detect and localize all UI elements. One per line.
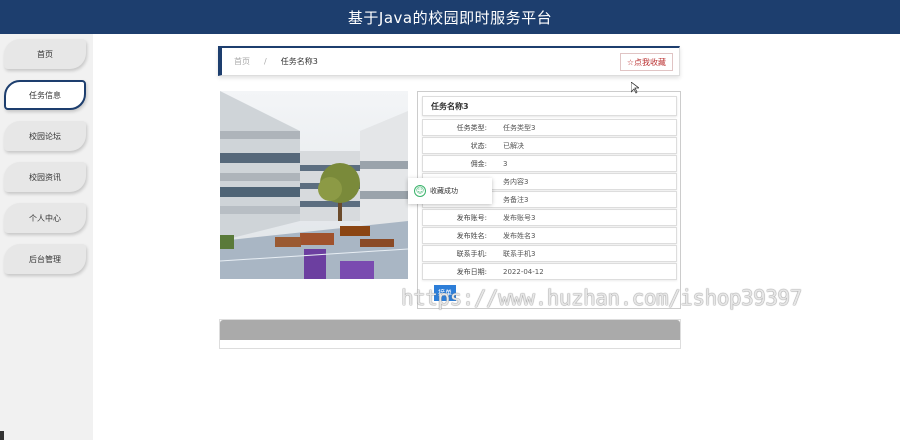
detail-key: 状态:: [470, 141, 487, 150]
sidebar-item-profile[interactable]: 个人中心: [4, 203, 86, 233]
detail-value: 2022-04-12: [503, 267, 544, 276]
smile-icon: ☺: [414, 185, 426, 197]
toast-notification: ☺ 收藏成功: [408, 178, 492, 204]
detail-key: 发布姓名:: [456, 231, 487, 240]
breadcrumb-home-link[interactable]: 首页: [234, 56, 250, 67]
comment-section: [219, 319, 681, 349]
sidebar-item-home[interactable]: 首页: [4, 39, 86, 69]
detail-value: 务备注3: [503, 195, 529, 204]
detail-value: 务内容3: [503, 177, 529, 186]
detail-row-phone: 联系手机: 联系手机3: [422, 245, 677, 262]
comment-section-header: [220, 320, 680, 340]
sidebar-item-label: 首页: [37, 49, 53, 59]
detail-row-publish-date: 发布日期: 2022-04-12: [422, 263, 677, 280]
top-header-bar: 基于Java的校园即时服务平台: [0, 0, 900, 34]
detail-value: 任务类型3: [503, 123, 536, 132]
detail-row-commission: 佣金: 3: [422, 155, 677, 172]
favorite-button-label: ☆点我收藏: [626, 57, 666, 67]
detail-row-task-type: 任务类型: 任务类型3: [422, 119, 677, 136]
favorite-button[interactable]: ☆点我收藏: [619, 53, 673, 71]
sidebar-item-label: 校园资讯: [29, 172, 61, 182]
campus-building-image: [220, 91, 408, 279]
detail-key: 发布日期:: [456, 267, 487, 276]
detail-row-publisher-name: 发布姓名: 发布姓名3: [422, 227, 677, 244]
sidebar-item-task-info[interactable]: 任务信息: [4, 80, 86, 110]
sidebar-item-label: 校园论坛: [29, 131, 61, 141]
detail-value: 发布姓名3: [503, 231, 536, 240]
detail-value: 联系手机3: [503, 249, 536, 258]
task-image: [220, 91, 408, 279]
mouse-cursor-icon: [630, 81, 641, 97]
sidebar-item-label: 任务信息: [29, 90, 61, 100]
breadcrumb-current: 任务名称3: [280, 57, 318, 66]
sidebar-item-admin[interactable]: 后台管理: [4, 244, 86, 274]
breadcrumb-separator: /: [264, 57, 267, 66]
watermark-text: https://www.huzhan.com/ishop39397: [401, 286, 802, 310]
detail-value: 已解决: [503, 141, 524, 150]
sidebar-nav: 首页 任务信息 校园论坛 校园资讯 个人中心 后台管理: [0, 34, 93, 440]
sidebar-item-forum[interactable]: 校园论坛: [4, 121, 86, 151]
detail-key: 发布账号:: [456, 213, 487, 222]
detail-key: 任务类型:: [456, 123, 487, 132]
site-title: 基于Java的校园即时服务平台: [347, 8, 553, 27]
breadcrumb: 首页 / 任务名称3 ☆点我收藏: [218, 46, 680, 76]
status-bar: [0, 431, 4, 440]
detail-value: 3: [503, 159, 508, 168]
detail-row-publisher-account: 发布账号: 发布账号3: [422, 209, 677, 226]
detail-key: 联系手机:: [456, 249, 487, 258]
sidebar-item-label: 个人中心: [29, 213, 61, 223]
task-title: 任务名称3: [422, 96, 677, 116]
sidebar-item-label: 后台管理: [29, 254, 61, 264]
toast-message: 收藏成功: [430, 187, 458, 195]
sidebar-item-news[interactable]: 校园资讯: [4, 162, 86, 192]
detail-value: 发布账号3: [503, 213, 536, 222]
detail-key: 佣金:: [470, 159, 487, 168]
detail-row-status: 状态: 已解决: [422, 137, 677, 154]
